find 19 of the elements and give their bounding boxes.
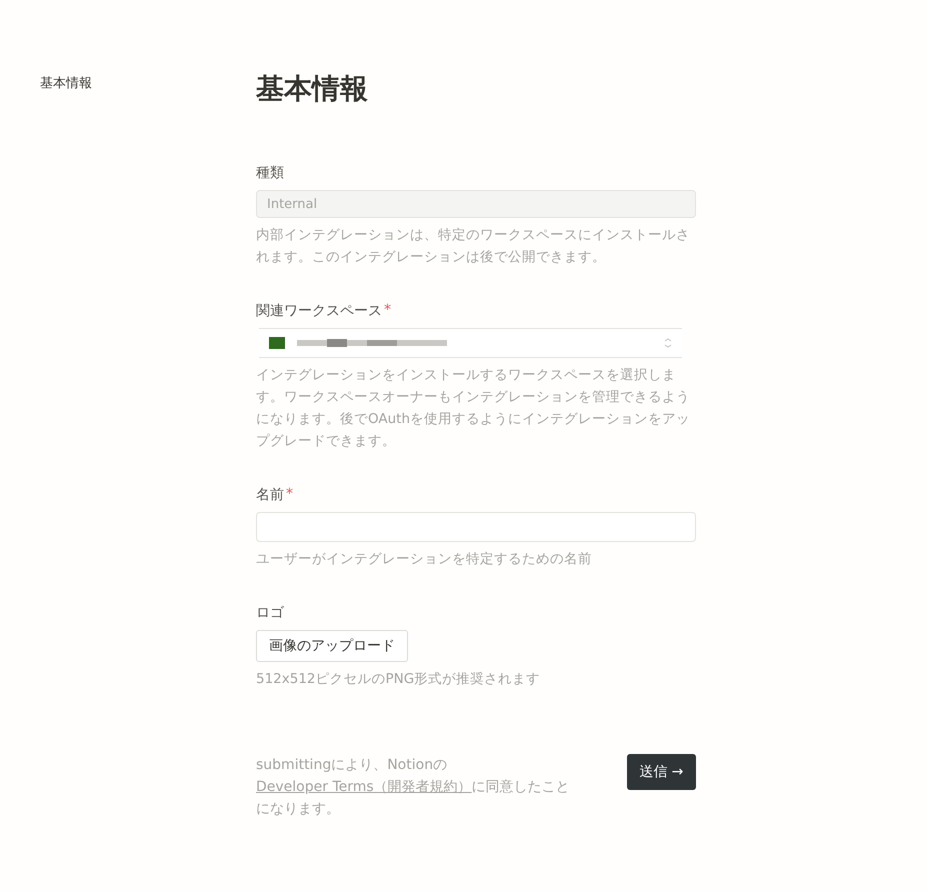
chevron-icon [664, 338, 672, 348]
sidebar-item[interactable]: 基本情報 [40, 74, 92, 92]
terms-notice: submittingにより、Notionの Developer Terms（開発者規約）に同意したことになります。 [256, 756, 571, 819]
field-description: 内部インテグレーションは、特定のワークスペースにインストールされます。このインテグレーションは後で公開できます。 [256, 226, 691, 267]
field-description: インテグレーションをインストールするワークスペースを選択します。ワークスペースオーナーもインテグレーションを管理できるようになります。後でOAuthを使用するようにインテグレーションをアップグレードできます。 [256, 366, 692, 451]
submit-button[interactable]: 送信 → [627, 754, 696, 790]
field-label: 名前 [256, 486, 284, 504]
name-input[interactable] [256, 512, 696, 542]
field-description: 512x512ピクセルのPNG形式が推奨されます [256, 670, 542, 689]
workspace-icon [269, 337, 285, 349]
page-title: 基本情報 [256, 72, 369, 106]
type-field: Internal [256, 190, 696, 218]
field-label: 関連ワークスペース [256, 302, 382, 320]
upload-button[interactable]: 画像のアップロード [256, 630, 408, 662]
required-asterisk: * [384, 302, 391, 320]
field-description: ユーザーがインテグレーションを特定するための名前 [256, 550, 593, 569]
required-asterisk: * [286, 486, 293, 504]
field-label: ロゴ [256, 604, 284, 622]
field-label: 種類 [256, 164, 284, 182]
